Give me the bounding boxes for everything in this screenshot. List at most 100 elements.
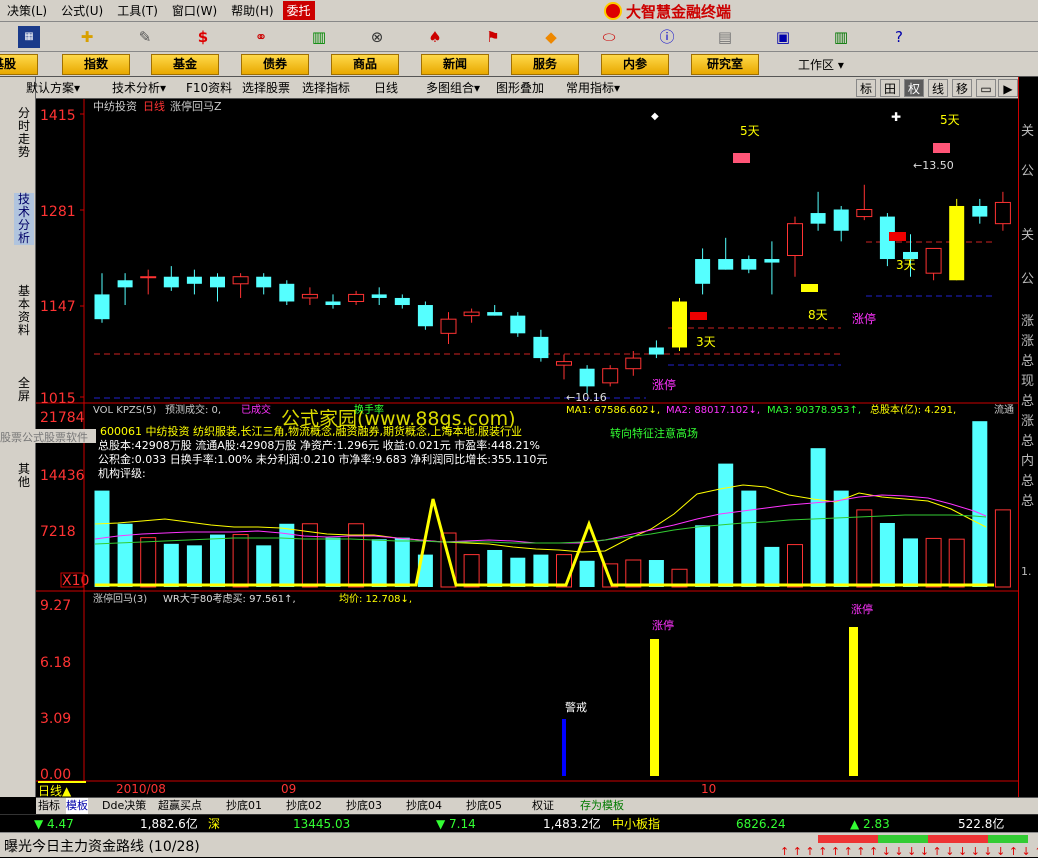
volume-bar[interactable] (879, 522, 895, 587)
volume-bar[interactable] (972, 421, 988, 587)
candle-body[interactable] (94, 294, 110, 320)
volume-bar[interactable] (186, 545, 202, 587)
flag-icon[interactable]: ⚑ (482, 26, 504, 48)
info-icon[interactable]: ⓘ (656, 26, 678, 48)
nav-service[interactable]: 服务 (511, 54, 579, 75)
volume-bar[interactable] (394, 537, 410, 587)
window-icon[interactable]: ▣ (772, 26, 794, 48)
candle-body[interactable] (856, 209, 873, 218)
candle-body[interactable] (348, 293, 365, 302)
tab-fullscreen[interactable]: 全屏 (14, 377, 34, 403)
tab-dde-decision[interactable]: Dde决策 (102, 798, 146, 814)
tab-warrant[interactable]: 权证 (532, 798, 554, 814)
candle-body[interactable] (371, 294, 387, 298)
menu-help[interactable]: 帮助(H) (224, 2, 280, 19)
nav-insider[interactable]: 内参 (601, 54, 669, 75)
candle-body[interactable] (764, 259, 780, 263)
candle-body[interactable] (949, 205, 965, 281)
expand-panel-icon[interactable]: ▶ (998, 79, 1018, 97)
tab-time-sharing[interactable]: 分时走势 (14, 107, 34, 159)
bars-icon[interactable]: ▥ (308, 26, 330, 48)
menu-formula[interactable]: 公式(U) (54, 2, 110, 19)
volume-bar[interactable] (695, 525, 711, 587)
tab-fundamentals[interactable]: 基本资料 (14, 285, 34, 337)
cross-cursor-icon[interactable]: ✚ (76, 26, 98, 48)
candle-body[interactable] (672, 301, 687, 348)
candle-body[interactable] (232, 276, 249, 285)
move-toggle[interactable]: 移 (952, 79, 972, 97)
candle-body[interactable] (487, 312, 503, 316)
candle-body[interactable] (140, 276, 157, 279)
nav-stock[interactable]: 基股 (0, 54, 38, 75)
select-stock-button[interactable]: 选择股票 (242, 79, 290, 97)
tab-bottom-04[interactable]: 抄底04 (406, 798, 442, 814)
dollar-icon[interactable]: $ (192, 26, 214, 48)
candle-body[interactable] (579, 368, 595, 387)
chain-icon[interactable]: ⚭ (250, 26, 272, 48)
candle-body[interactable] (210, 276, 225, 288)
volume-bar[interactable] (833, 490, 849, 587)
volume-bar[interactable] (810, 448, 826, 587)
volume-bar[interactable] (741, 490, 757, 587)
tab-indicator[interactable]: 指标 (38, 798, 60, 814)
tab-bottom-05[interactable]: 抄底05 (466, 798, 502, 814)
candle-body[interactable] (787, 223, 803, 256)
mark-toggle[interactable]: 标 (856, 79, 876, 97)
nav-commodity[interactable]: 商品 (331, 54, 399, 75)
candle-body[interactable] (972, 205, 988, 217)
tab-other[interactable]: 其他 (14, 463, 34, 489)
candle-body[interactable] (648, 347, 664, 355)
candle-body[interactable] (279, 283, 295, 302)
ticker-text[interactable]: 曝光今日主力资金路线 (10/28) (4, 836, 200, 856)
candle-body[interactable] (463, 311, 480, 317)
memo-icon[interactable]: ▤ (714, 26, 736, 48)
candle-body[interactable] (510, 315, 526, 334)
volume-bar[interactable] (371, 539, 387, 587)
menu-entrust[interactable]: 委托 (282, 1, 315, 20)
nav-news[interactable]: 新闻 (421, 54, 489, 75)
workspace-label[interactable]: 工作区 ▾ (798, 56, 844, 73)
volume-bar[interactable] (487, 549, 503, 587)
tab-bottom-02[interactable]: 抄底02 (286, 798, 322, 814)
candle-body[interactable] (440, 318, 457, 334)
technical-analysis-button[interactable]: 技术分析▾ (112, 79, 166, 97)
tab-bottom-01[interactable]: 抄底01 (226, 798, 262, 814)
stock-chart[interactable]: 中纺投资 日线 涨停回马Z 1415 1281 1147 1015 ◆ ✚ 5天… (36, 99, 1018, 783)
candle-body[interactable] (741, 259, 757, 270)
save-template-button[interactable]: 存为模板 (580, 798, 624, 814)
binoculars-icon[interactable]: ⊗ (366, 26, 388, 48)
candle-body[interactable] (556, 361, 572, 366)
nav-research[interactable]: 研究室 (691, 54, 759, 75)
line-toggle[interactable]: 线 (928, 79, 948, 97)
tab-bottom-03[interactable]: 抄底03 (346, 798, 382, 814)
select-indicator-button[interactable]: 选择指标 (302, 79, 350, 97)
candle-body[interactable] (625, 357, 642, 370)
chart-overlay-button[interactable]: 图形叠加 (496, 79, 544, 97)
tab-template[interactable]: 模板 (66, 798, 88, 814)
candle-body[interactable] (994, 201, 1011, 225)
candle-body[interactable] (117, 280, 133, 288)
tab-technical-analysis[interactable]: 技术分析 (14, 193, 34, 245)
workspace-dropdown-icon[interactable]: ▾ (838, 58, 844, 72)
candle-body[interactable] (256, 276, 272, 288)
volume-bar[interactable] (533, 554, 549, 587)
candle-body[interactable] (925, 247, 942, 274)
volume-bar[interactable] (648, 560, 664, 587)
menu-decision[interactable]: 决策(L) (0, 2, 54, 19)
volume-bar[interactable] (163, 543, 179, 587)
multi-chart-button[interactable]: 多图组合▾ (426, 79, 480, 97)
candle-body[interactable] (695, 259, 711, 284)
nav-index[interactable]: 指数 (62, 54, 130, 75)
candle-body[interactable] (810, 213, 826, 224)
grid-toggle[interactable]: 田 (880, 79, 900, 97)
restore-window-icon[interactable]: ▭ (976, 79, 996, 97)
rights-toggle[interactable]: 权 (904, 79, 924, 97)
f10-data-button[interactable]: F10资料 (186, 79, 232, 97)
menu-tools[interactable]: 工具(T) (110, 2, 165, 19)
candle-body[interactable] (718, 259, 734, 270)
candle-body[interactable] (394, 297, 410, 306)
ruler-icon[interactable]: ✎ (134, 26, 156, 48)
oval-icon[interactable]: ⬭ (598, 26, 620, 48)
nav-fund[interactable]: 基金 (151, 54, 219, 75)
period-daily-button[interactable]: 日线 (374, 79, 398, 97)
